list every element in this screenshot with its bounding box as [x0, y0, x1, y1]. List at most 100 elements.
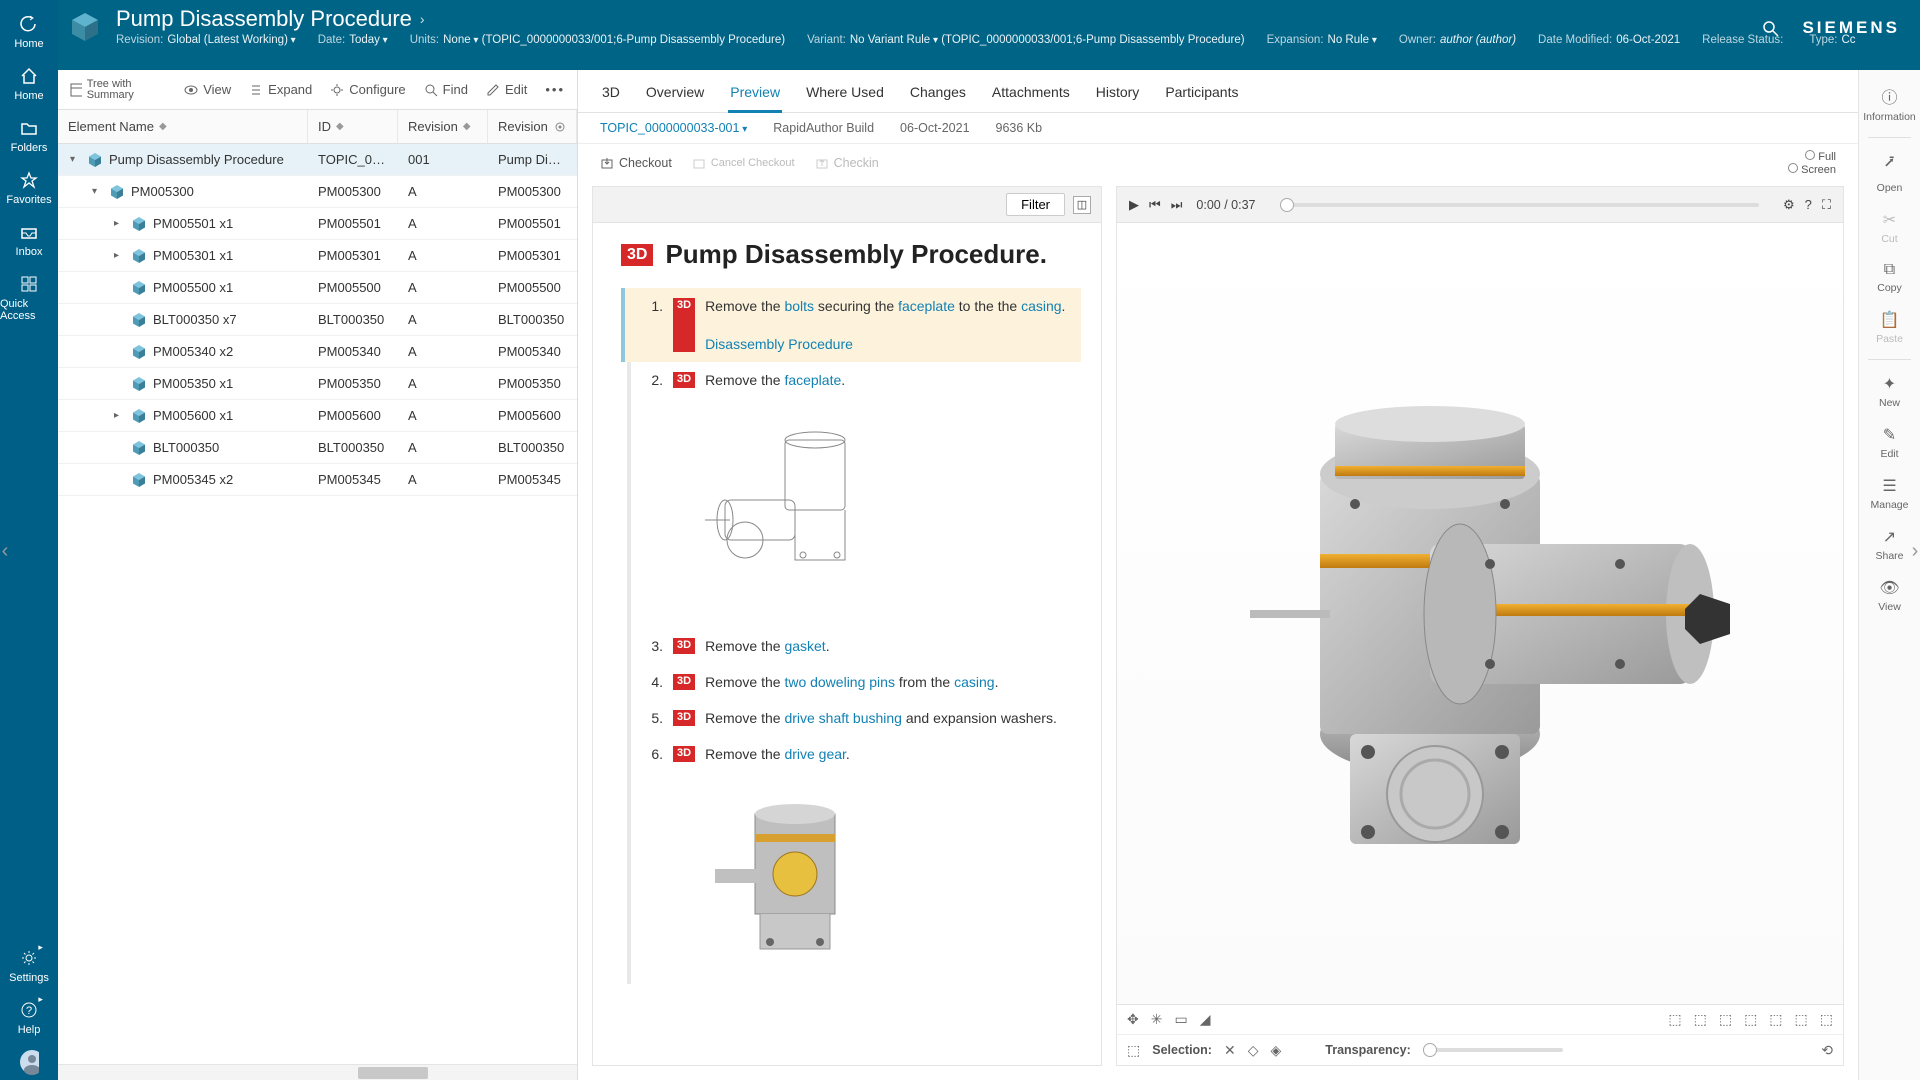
- tab-3d[interactable]: 3D: [600, 80, 622, 112]
- tab-preview[interactable]: Preview: [728, 80, 782, 113]
- snap-tool-icon[interactable]: ✳: [1151, 1011, 1163, 1028]
- procedure-step[interactable]: 4.3DRemove the two doweling pins from th…: [645, 664, 1081, 700]
- filter-button[interactable]: Filter: [1006, 193, 1065, 216]
- topic-dropdown[interactable]: TOPIC_0000000033-001: [600, 121, 747, 135]
- checkout-button[interactable]: Checkout: [600, 156, 672, 170]
- settings-gear-icon[interactable]: ⚙: [1783, 197, 1795, 213]
- nav-home[interactable]: Home: [0, 6, 58, 58]
- breadcrumb-chevron-icon[interactable]: ›: [420, 11, 425, 27]
- prev-frame-icon[interactable]: ⏮: [1149, 197, 1161, 213]
- procedure-step[interactable]: 3.3DRemove the gasket.: [645, 628, 1081, 664]
- tree-row[interactable]: PM005340 x2PM005340APM005340: [58, 336, 577, 368]
- next-page-chevron-icon[interactable]: ›: [1904, 540, 1920, 562]
- tab-attachments[interactable]: Attachments: [990, 80, 1072, 112]
- nav-settings[interactable]: Settings▸: [9, 940, 49, 992]
- tree-row[interactable]: ▸PM005501 x1PM005501APM005501: [58, 208, 577, 240]
- nav-folders[interactable]: Folders: [0, 110, 58, 162]
- tool-new[interactable]: ✦New: [1859, 368, 1920, 415]
- select-mode-icon[interactable]: ⬚: [1127, 1042, 1140, 1059]
- view-cube-7-icon[interactable]: ⬚: [1820, 1011, 1833, 1028]
- tree-row[interactable]: PM005500 x1PM005500APM005500: [58, 272, 577, 304]
- prev-page-chevron-icon[interactable]: ‹: [0, 540, 16, 562]
- units-dropdown[interactable]: None: [443, 34, 478, 46]
- box-tool-icon[interactable]: ▭: [1174, 1011, 1187, 1028]
- view-cube-5-icon[interactable]: ⬚: [1769, 1011, 1782, 1028]
- col-revision[interactable]: Revision◆: [398, 110, 488, 143]
- page-title: Pump Disassembly Procedure: [116, 6, 412, 32]
- edit-button[interactable]: Edit: [486, 82, 527, 97]
- expander-icon[interactable]: ▸: [114, 410, 125, 421]
- procedure-step[interactable]: 1.3DRemove the bolts securing the facepl…: [621, 288, 1081, 362]
- tab-participants[interactable]: Participants: [1163, 80, 1240, 112]
- search-icon[interactable]: [1762, 20, 1780, 38]
- view-cube-1-icon[interactable]: ⬚: [1668, 1011, 1681, 1028]
- more-menu-icon[interactable]: •••: [545, 82, 565, 97]
- nav-quick-access[interactable]: Quick Access: [0, 266, 58, 330]
- tree-row[interactable]: PM005350 x1PM005350APM005350: [58, 368, 577, 400]
- view-cube-6-icon[interactable]: ⬚: [1795, 1011, 1808, 1028]
- col-revision-2[interactable]: Revision: [488, 110, 577, 143]
- expand-button[interactable]: Expand: [249, 82, 312, 97]
- procedure-step[interactable]: 6.3DRemove the drive gear.: [645, 736, 1081, 772]
- measure-tool-icon[interactable]: ◢: [1200, 1011, 1211, 1028]
- expand-view-icon[interactable]: ⛶: [1822, 197, 1831, 213]
- sub-procedure-link[interactable]: Disassembly Procedure: [705, 336, 1065, 352]
- find-button[interactable]: Find: [424, 82, 468, 97]
- tool-information[interactable]: ⓘInformation: [1859, 78, 1920, 129]
- col-element-name[interactable]: Element Name◆: [58, 110, 308, 143]
- tree-scrollbar[interactable]: [58, 1064, 577, 1080]
- home-icon: [19, 66, 39, 86]
- tab-changes[interactable]: Changes: [908, 80, 968, 112]
- view-cube-4-icon[interactable]: ⬚: [1744, 1011, 1757, 1028]
- sel-opt-1-icon[interactable]: ✕: [1224, 1042, 1236, 1059]
- transparency-slider[interactable]: [1423, 1048, 1563, 1052]
- expander-icon[interactable]: ▸: [114, 250, 125, 261]
- doc-layout-icon[interactable]: ◫: [1073, 196, 1091, 214]
- expander-icon[interactable]: ▾: [70, 154, 81, 165]
- tool-open[interactable]: ⭷Open: [1859, 146, 1920, 200]
- tab-history[interactable]: History: [1094, 80, 1142, 112]
- fullscreen-radio[interactable]: [1805, 150, 1815, 160]
- timeline-slider[interactable]: [1280, 203, 1759, 207]
- col-id[interactable]: ID◆: [308, 110, 398, 143]
- tree-row[interactable]: ▸PM005301 x1PM005301APM005301: [58, 240, 577, 272]
- procedure-step[interactable]: 5.3DRemove the drive shaft bushing and e…: [645, 700, 1081, 736]
- tree-row[interactable]: BLT000350BLT000350ABLT000350: [58, 432, 577, 464]
- procedure-step[interactable]: 2.3DRemove the faceplate.: [645, 362, 1081, 398]
- nav-inbox[interactable]: Inbox: [0, 214, 58, 266]
- date-dropdown[interactable]: Today: [349, 34, 388, 46]
- tree-row[interactable]: BLT000350 x7BLT000350ABLT000350: [58, 304, 577, 336]
- expander-icon[interactable]: ▾: [92, 186, 103, 197]
- tree-summary-button[interactable]: Tree with Summary: [70, 79, 166, 101]
- tree-row[interactable]: ▾PM005300PM005300APM005300: [58, 176, 577, 208]
- play-icon[interactable]: ▶: [1129, 197, 1139, 213]
- configure-button[interactable]: Configure: [330, 82, 405, 97]
- tree-row[interactable]: ▾Pump Disassembly ProcedureTOPIC_00000..…: [58, 144, 577, 176]
- nav-home[interactable]: Home: [0, 58, 58, 110]
- next-frame-icon[interactable]: ⏭: [1171, 197, 1183, 213]
- view-button[interactable]: View: [184, 82, 231, 97]
- nav-help[interactable]: ?Help▸: [9, 992, 49, 1044]
- tree-row[interactable]: ▸PM005600 x1PM005600APM005600: [58, 400, 577, 432]
- reset-icon[interactable]: ⟲: [1821, 1042, 1833, 1059]
- sel-opt-2-icon[interactable]: ◇: [1248, 1042, 1259, 1059]
- tool-copy[interactable]: ⧉Copy: [1859, 255, 1920, 300]
- sel-opt-3-icon[interactable]: ◈: [1271, 1042, 1282, 1059]
- move-tool-icon[interactable]: ✥: [1127, 1011, 1139, 1028]
- view-cube-3-icon[interactable]: ⬚: [1719, 1011, 1732, 1028]
- expansion-dropdown[interactable]: No Rule: [1328, 34, 1377, 46]
- nav-favorites[interactable]: Favorites: [0, 162, 58, 214]
- tool-edit[interactable]: ✎Edit: [1859, 419, 1920, 466]
- user-avatar[interactable]: [0, 1044, 58, 1080]
- view-cube-2-icon[interactable]: ⬚: [1694, 1011, 1707, 1028]
- tab-overview[interactable]: Overview: [644, 80, 706, 112]
- tool-manage[interactable]: ☰Manage: [1859, 470, 1920, 517]
- help-icon[interactable]: ?: [1805, 197, 1812, 213]
- revision-dropdown[interactable]: Global (Latest Working): [167, 34, 295, 46]
- tool-view[interactable]: 👁View: [1859, 572, 1920, 619]
- variant-dropdown[interactable]: No Variant Rule: [850, 34, 938, 46]
- tree-row[interactable]: PM005345 x2PM005345APM005345: [58, 464, 577, 496]
- expander-icon[interactable]: ▸: [114, 218, 125, 229]
- 3d-canvas[interactable]: [1117, 223, 1843, 1004]
- tab-where-used[interactable]: Where Used: [804, 80, 886, 112]
